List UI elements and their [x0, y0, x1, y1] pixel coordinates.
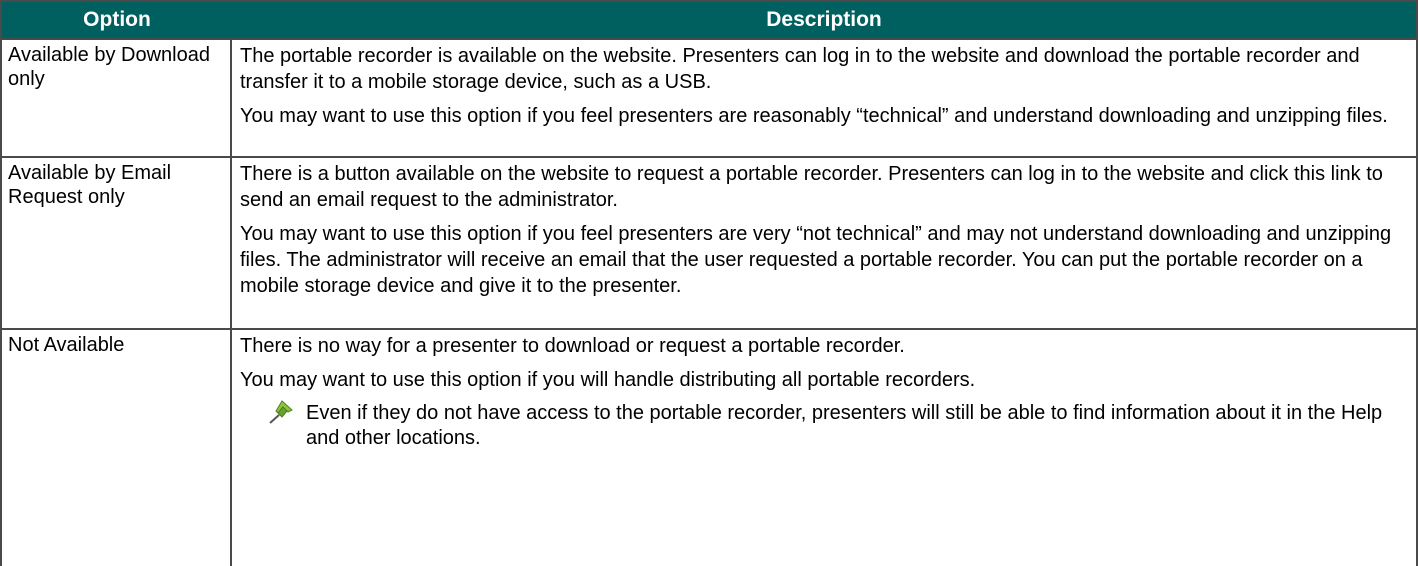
table-header: Option Description — [0, 0, 1418, 40]
option-cell: Available by Email Request only — [2, 158, 232, 328]
description-cell: There is a button available on the websi… — [232, 158, 1416, 328]
description-paragraph: You may want to use this option if you f… — [240, 105, 1388, 127]
table-row: Available by Download only The portable … — [0, 40, 1418, 158]
description-paragraph: There is a button available on the websi… — [240, 163, 1383, 211]
note-text: Even if they do not have access to the p… — [306, 402, 1383, 449]
pushpin-icon — [269, 400, 293, 424]
description-paragraph: You may want to use this option if you f… — [240, 223, 1392, 297]
description-paragraph: There is no way for a presenter to downl… — [240, 335, 905, 357]
options-table: Option Description Available by Download… — [0, 0, 1418, 566]
description-cell: The portable recorder is available on th… — [232, 40, 1416, 156]
table-row: Not Available There is no way for a pres… — [0, 330, 1418, 566]
table-row: Available by Email Request only There is… — [0, 158, 1418, 330]
description-paragraph: The portable recorder is available on th… — [240, 45, 1360, 93]
option-cell: Not Available — [2, 330, 232, 566]
header-description: Description — [766, 8, 882, 31]
option-cell: Available by Download only — [2, 40, 232, 156]
header-option: Option — [83, 8, 151, 31]
description-paragraph: You may want to use this option if you w… — [240, 369, 976, 391]
description-cell: There is no way for a presenter to downl… — [232, 330, 1416, 566]
note-callout: Even if they do not have access to the p… — [268, 400, 1408, 451]
